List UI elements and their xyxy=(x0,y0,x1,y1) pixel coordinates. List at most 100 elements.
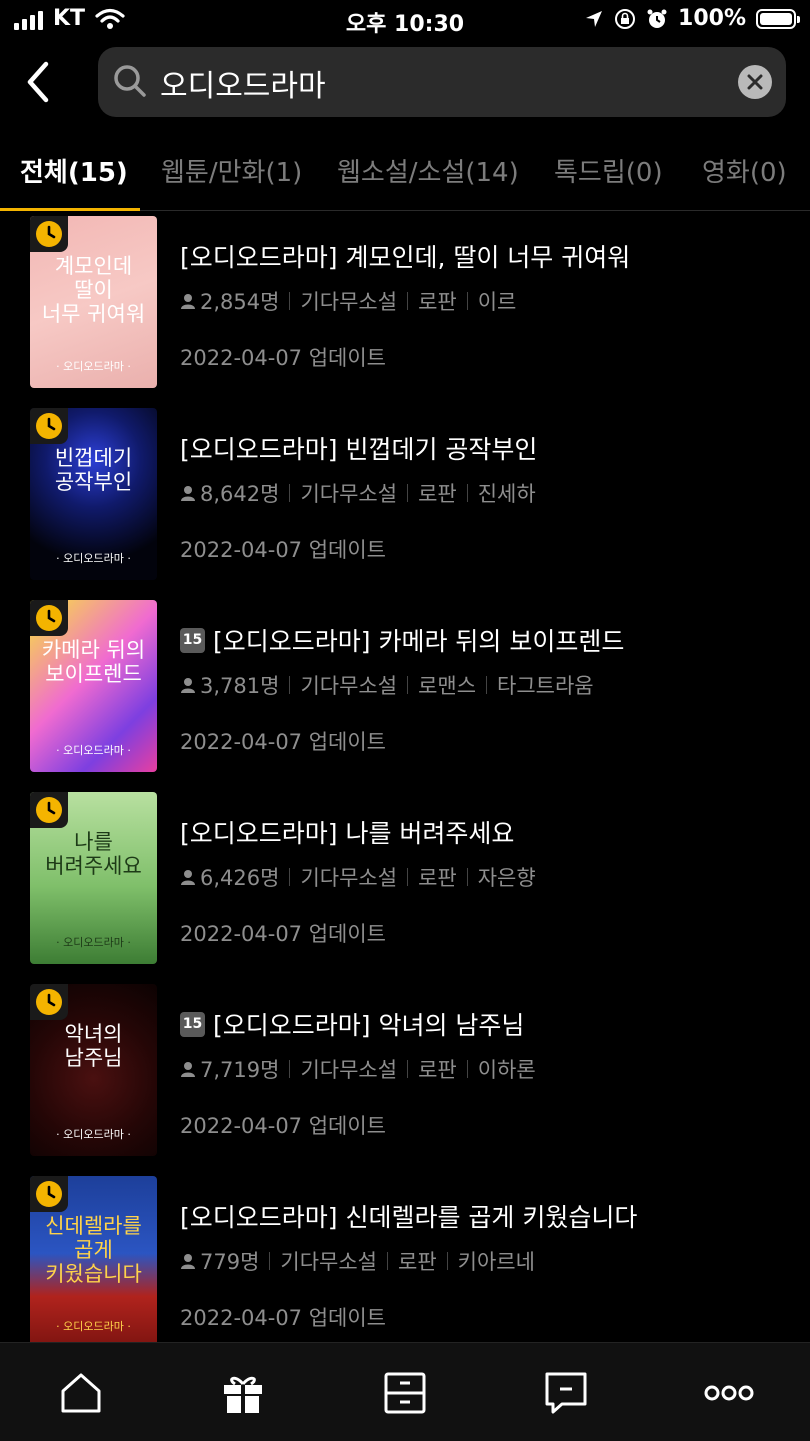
updated-date: 2022-04-07 업데이트 xyxy=(180,922,386,946)
cover-title: 신데렐라를 곱게 키웠습니다 xyxy=(45,1214,142,1286)
category-tabs: 전체(15) 웹툰/만화(1) 웹소설/소설(14) 톡드립(0) 영화(0) xyxy=(0,142,810,211)
clock-icon xyxy=(36,1181,62,1207)
cover-image[interactable]: 카메라 뒤의 보이프렌드 · 오디오드라마 · xyxy=(30,600,157,772)
wait-free-badge xyxy=(30,792,68,828)
cover-image[interactable]: 빈껍데기 공작부인 · 오디오드라마 · xyxy=(30,408,157,580)
close-icon xyxy=(747,74,763,90)
item-meta: 7,719명 기다무소설 로판 이하론 xyxy=(180,1054,536,1084)
battery-percent: 100% xyxy=(678,6,746,31)
item-info: [오디오드라마] 계모인데, 딸이 너무 귀여워 2,854명 기다무소설 로판… xyxy=(180,238,630,372)
nav-gift-button[interactable] xyxy=(221,1371,265,1415)
updated-date: 2022-04-07 업데이트 xyxy=(180,1306,386,1330)
cover-brand: · 오디오드라마 · xyxy=(56,936,131,949)
tab-webnovel[interactable]: 웹소설/소설(14) xyxy=(337,152,519,189)
item-genre: 로판 xyxy=(418,482,457,506)
cover-image[interactable]: 계모인데 딸이 너무 귀여워 · 오디오드라마 · xyxy=(30,216,157,388)
person-icon xyxy=(181,1062,195,1077)
nav-home-button[interactable] xyxy=(59,1371,103,1415)
item-title-text: [오디오드라마] 악녀의 남주님 xyxy=(213,1011,525,1040)
person-icon xyxy=(181,870,195,885)
item-category: 기다무소설 xyxy=(280,1250,378,1274)
wait-free-badge xyxy=(30,216,68,252)
list-item[interactable]: 카메라 뒤의 보이프렌드 · 오디오드라마 · 15 [오디오드라마] 카메라 … xyxy=(0,600,810,772)
updated-date: 2022-04-07 업데이트 xyxy=(180,538,386,562)
back-button[interactable] xyxy=(22,60,58,104)
item-title[interactable]: [오디오드라마] 빈껍데기 공작부인 xyxy=(180,430,537,466)
cover-brand: · 오디오드라마 · xyxy=(56,1320,131,1333)
item-meta: 6,426명 기다무소설 로판 자은향 xyxy=(180,862,536,892)
cover-title: 카메라 뒤의 보이프렌드 xyxy=(41,638,146,686)
item-meta: 3,781명 기다무소설 로맨스 타그트라움 xyxy=(180,670,624,700)
clock-icon xyxy=(36,797,62,823)
more-icon xyxy=(704,1385,754,1401)
clock-icon xyxy=(36,989,62,1015)
item-author: 이하론 xyxy=(477,1058,536,1082)
age-rating-badge: 15 xyxy=(180,1011,205,1037)
reader-count: 6,426명 xyxy=(200,866,280,890)
updated-date: 2022-04-07 업데이트 xyxy=(180,730,386,754)
rotation-lock-icon xyxy=(615,8,636,29)
item-genre: 로판 xyxy=(418,866,457,890)
reader-count: 8,642명 xyxy=(200,482,280,506)
cover-title: 빈껍데기 공작부인 xyxy=(54,446,133,494)
item-info: [오디오드라마] 나를 버려주세요 6,426명 기다무소설 로판 자은향 20… xyxy=(180,814,536,948)
item-category: 기다무소설 xyxy=(300,290,398,314)
item-title[interactable]: [오디오드라마] 계모인데, 딸이 너무 귀여워 xyxy=(180,238,630,274)
nav-drawer-button[interactable] xyxy=(383,1371,427,1415)
item-title-text: [오디오드라마] 신데렐라를 곱게 키웠습니다 xyxy=(180,1203,638,1232)
person-icon xyxy=(181,486,195,501)
item-title-text: [오디오드라마] 빈껍데기 공작부인 xyxy=(180,435,538,464)
cover-title: 나를 버려주세요 xyxy=(45,830,142,878)
list-item[interactable]: 나를 버려주세요 · 오디오드라마 · [오디오드라마] 나를 버려주세요 6,… xyxy=(0,792,810,964)
tab-webtoon[interactable]: 웹툰/만화(1) xyxy=(161,152,302,189)
cover-title: 악녀의 남주님 xyxy=(64,1022,123,1070)
reader-count: 3,781명 xyxy=(200,674,280,698)
item-author: 이르 xyxy=(477,290,517,314)
item-title[interactable]: 15 [오디오드라마] 카메라 뒤의 보이프렌드 xyxy=(180,622,624,658)
item-info: 15 [오디오드라마] 카메라 뒤의 보이프렌드 3,781명 기다무소설 로맨… xyxy=(180,622,624,756)
item-meta: 779명 기다무소설 로판 키아르네 xyxy=(180,1246,637,1276)
cover-image[interactable]: 나를 버려주세요 · 오디오드라마 · xyxy=(30,792,157,964)
updated-date: 2022-04-07 업데이트 xyxy=(180,1114,386,1138)
battery-icon xyxy=(756,8,800,29)
status-bar: KT 오후 10:30 100% xyxy=(0,0,810,44)
chevron-left-icon xyxy=(27,61,49,103)
item-author: 자은향 xyxy=(477,866,536,890)
reader-count: 2,854명 xyxy=(200,290,280,314)
home-icon xyxy=(61,1373,101,1413)
item-author: 진세하 xyxy=(477,482,536,506)
reader-count: 7,719명 xyxy=(200,1058,280,1082)
wait-free-badge xyxy=(30,984,68,1020)
clear-search-button[interactable] xyxy=(738,65,772,99)
item-meta: 8,642명 기다무소설 로판 진세하 xyxy=(180,478,537,508)
tab-all[interactable]: 전체(15) xyxy=(20,152,128,189)
nav-more-button[interactable] xyxy=(704,1371,754,1415)
wait-free-badge xyxy=(30,408,68,444)
item-title[interactable]: [오디오드라마] 신데렐라를 곱게 키웠습니다 xyxy=(180,1198,637,1234)
search-input[interactable]: 오디오드라마 xyxy=(98,47,786,117)
item-title[interactable]: [오디오드라마] 나를 버려주세요 xyxy=(180,814,536,850)
clock-icon xyxy=(36,221,62,247)
list-item[interactable]: 빈껍데기 공작부인 · 오디오드라마 · [오디오드라마] 빈껍데기 공작부인 … xyxy=(0,408,810,580)
item-title[interactable]: 15 [오디오드라마] 악녀의 남주님 xyxy=(180,1006,536,1042)
nav-message-button[interactable] xyxy=(544,1371,588,1415)
person-icon xyxy=(181,1254,195,1269)
alarm-icon xyxy=(647,9,667,28)
tab-movie[interactable]: 영화(0) xyxy=(702,152,787,189)
cover-image[interactable]: 신데렐라를 곱게 키웠습니다 · 오디오드라마 · xyxy=(30,1176,157,1348)
item-info: 15 [오디오드라마] 악녀의 남주님 7,719명 기다무소설 로판 이하론 … xyxy=(180,1006,536,1140)
item-category: 기다무소설 xyxy=(300,866,398,890)
list-item[interactable]: 신데렐라를 곱게 키웠습니다 · 오디오드라마 · [오디오드라마] 신데렐라를… xyxy=(0,1176,810,1348)
location-icon xyxy=(586,10,603,27)
list-item[interactable]: 계모인데 딸이 너무 귀여워 · 오디오드라마 · [오디오드라마] 계모인데,… xyxy=(0,216,810,388)
item-info: [오디오드라마] 신데렐라를 곱게 키웠습니다 779명 기다무소설 로판 키아… xyxy=(180,1198,637,1332)
tab-talkdrip[interactable]: 톡드립(0) xyxy=(554,152,663,189)
person-icon xyxy=(181,678,195,693)
cover-image[interactable]: 악녀의 남주님 · 오디오드라마 · xyxy=(30,984,157,1156)
item-title-text: [오디오드라마] 나를 버려주세요 xyxy=(180,819,515,848)
search-query[interactable]: 오디오드라마 xyxy=(160,61,326,105)
item-category: 기다무소설 xyxy=(300,674,398,698)
gift-icon xyxy=(224,1376,262,1413)
item-title-text: [오디오드라마] 계모인데, 딸이 너무 귀여워 xyxy=(180,243,631,272)
list-item[interactable]: 악녀의 남주님 · 오디오드라마 · 15 [오디오드라마] 악녀의 남주님 7… xyxy=(0,984,810,1156)
